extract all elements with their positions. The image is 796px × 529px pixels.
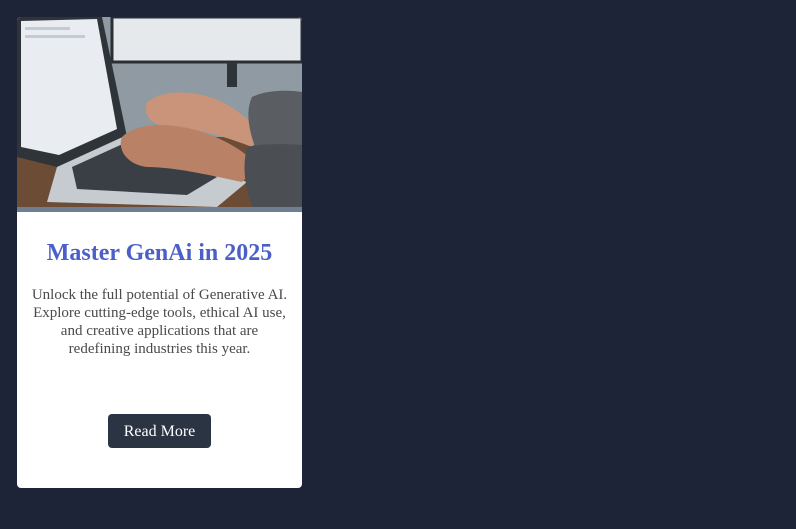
card-description: Unlock the full potential of Generative … (31, 287, 288, 357)
card-title: Master GenAi in 2025 (46, 240, 273, 266)
laptop-typing-photo (17, 17, 302, 207)
read-more-button[interactable]: Read More (108, 414, 211, 448)
article-card: Master GenAi in 2025 Unlock the full pot… (17, 17, 302, 488)
image-divider (17, 207, 302, 212)
